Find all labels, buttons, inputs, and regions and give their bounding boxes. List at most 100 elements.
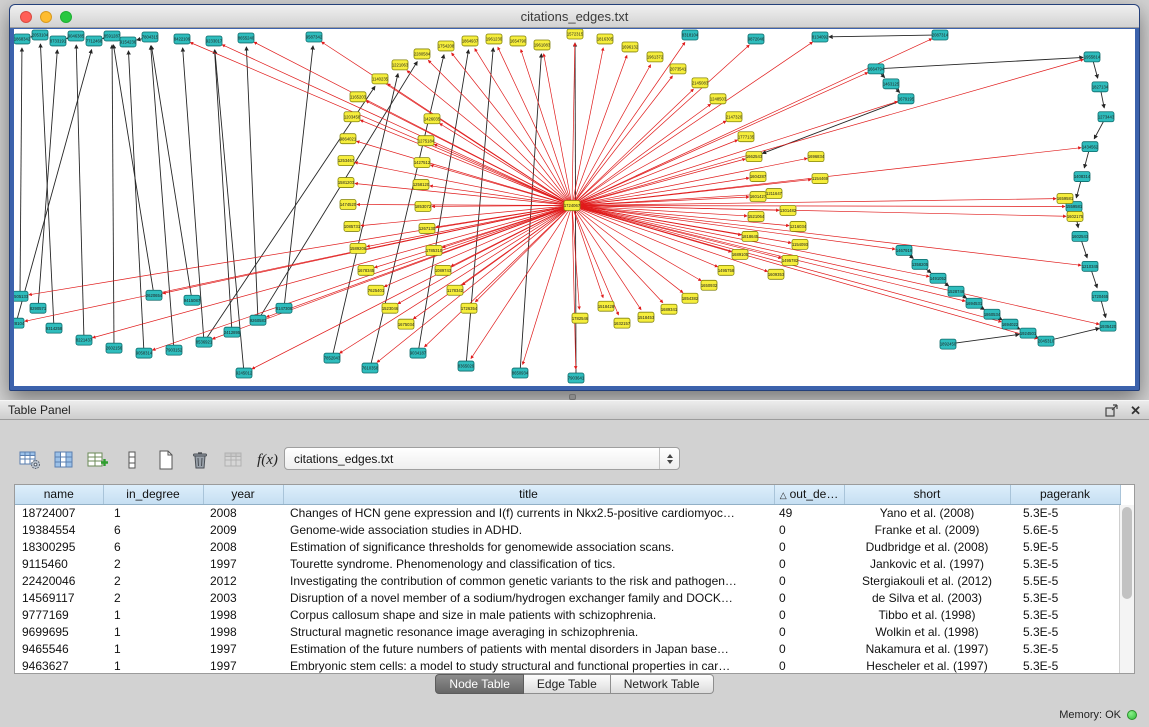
graph-node[interactable]: 1777135	[738, 132, 755, 142]
delete-table-icon[interactable]	[186, 447, 213, 473]
graph-node[interactable]: 1528746	[948, 286, 965, 296]
new-table-icon[interactable]	[152, 447, 179, 473]
tab-node-table[interactable]: Node Table	[435, 674, 524, 694]
graph-node[interactable]: 1521064	[748, 211, 765, 221]
tab-network-table[interactable]: Network Table	[611, 674, 714, 694]
graph-node[interactable]: 9046385	[68, 31, 85, 41]
graph-node[interactable]: 1662543	[746, 152, 763, 162]
graph-node[interactable]: 1602175	[1067, 211, 1084, 221]
graph-node[interactable]: 8591287	[104, 31, 121, 41]
graph-node[interactable]: 1632157	[614, 318, 631, 328]
graph-node[interactable]: 1678345	[358, 265, 375, 275]
graph-node[interactable]: 1275184	[418, 136, 435, 146]
graph-node[interactable]: 1426035	[424, 114, 441, 124]
graph-node[interactable]: 8655240	[238, 33, 255, 43]
graph-node[interactable]: 1853072	[415, 202, 432, 212]
graph-node[interactable]: 1581203	[338, 178, 355, 188]
graph-node[interactable]: 9872046	[748, 34, 765, 44]
graph-node[interactable]: 1892450	[940, 339, 957, 349]
graph-node[interactable]: 1253467	[338, 156, 355, 166]
graph-node[interactable]: 1601427	[750, 192, 767, 202]
network-canvas[interactable]: 1868342205310487331919046385771246885912…	[14, 29, 1135, 386]
column-header-pagerank[interactable]: pagerank	[1010, 485, 1120, 504]
graph-node[interactable]: 1696132	[622, 42, 639, 52]
graph-node[interactable]: 1602543	[1072, 231, 1089, 241]
graph-node[interactable]: 9260583	[250, 315, 267, 325]
graph-node[interactable]: 2147320	[726, 112, 743, 122]
graph-node[interactable]: 1358205	[912, 259, 929, 269]
graph-node[interactable]: 1589206	[350, 243, 367, 253]
graph-node[interactable]: 2412895	[224, 327, 241, 337]
graph-node[interactable]: 1689341	[661, 304, 678, 314]
graph-node[interactable]: 1267130	[419, 223, 436, 233]
table-row[interactable]: 969969511998Structural magnetic resonanc…	[15, 623, 1120, 640]
network-graph[interactable]: 1868342205310487331919046385771246885912…	[14, 29, 1135, 386]
graph-node[interactable]: 1961230	[486, 34, 503, 44]
table-row[interactable]: 1938455462009Genome-wide association stu…	[15, 521, 1120, 538]
graph-node[interactable]: 9058314	[136, 348, 153, 358]
table-row[interactable]: 1830029562008Estimation of significance …	[15, 538, 1120, 555]
graph-node[interactable]: 7628104	[14, 318, 25, 328]
close-panel-icon[interactable]: ✕	[1130, 404, 1141, 417]
graph-node[interactable]: 8147306	[276, 303, 293, 313]
network-titlebar[interactable]: citations_edges.txt	[10, 5, 1139, 28]
row-height-icon[interactable]	[118, 447, 145, 473]
create-column-icon[interactable]	[84, 447, 111, 473]
graph-node[interactable]: 1408314	[1074, 172, 1091, 182]
table-row[interactable]: 911546021997Tourette syndrome. Phenomeno…	[15, 555, 1120, 572]
graph-node[interactable]: 7903641	[568, 373, 585, 383]
tab-edge-table[interactable]: Edge Table	[524, 674, 611, 694]
column-header-year[interactable]: year	[203, 485, 283, 504]
graph-node[interactable]: 1961372	[647, 52, 664, 62]
graph-node[interactable]: 1518453	[638, 312, 655, 322]
graph-hub-node[interactable]: 1724067	[564, 201, 581, 211]
graph-node[interactable]: 1924501	[1020, 328, 1037, 338]
graph-node[interactable]: 1694022	[1002, 319, 1019, 329]
graph-node[interactable]: 9245012	[236, 368, 253, 378]
graph-node[interactable]: 1089743	[435, 265, 452, 275]
graph-node[interactable]: 9864021	[340, 134, 357, 144]
graph-node[interactable]: 8536921	[196, 337, 213, 347]
graph-node[interactable]: 8318104	[682, 30, 699, 40]
graph-node[interactable]: 1659581	[1057, 194, 1074, 204]
graph-node[interactable]: 2045310	[1038, 336, 1055, 346]
table-scrollbar[interactable]	[1119, 505, 1134, 673]
table-row[interactable]: 1872400712008Changes of HCN gene express…	[15, 504, 1120, 521]
column-header-short[interactable]: short	[844, 485, 1010, 504]
graph-node[interactable]: 1210345	[1082, 261, 1099, 271]
graph-node[interactable]: 1694531	[966, 298, 983, 308]
graph-node[interactable]: 7712468	[86, 36, 103, 46]
graph-node[interactable]: 9505133	[14, 291, 29, 301]
graph-node[interactable]: 1495782	[782, 255, 799, 265]
float-panel-icon[interactable]	[1105, 404, 1118, 417]
graph-node[interactable]: 1720465	[1092, 291, 1109, 301]
graph-node[interactable]: 1434562	[1082, 142, 1099, 152]
graph-node[interactable]: 1203458	[344, 112, 361, 122]
graph-node[interactable]: 1754208	[438, 41, 455, 51]
graph-node[interactable]: 1273443	[1098, 112, 1115, 122]
graph-node[interactable]: 2602156	[106, 343, 123, 353]
graph-node[interactable]: 2087314	[932, 30, 949, 40]
graph-node[interactable]: 1165203	[350, 92, 367, 102]
graph-node[interactable]: 7625401	[368, 285, 385, 295]
graph-node[interactable]: 1650932	[701, 280, 718, 290]
graph-node[interactable]: 1726354	[461, 303, 478, 313]
graph-node[interactable]: 8650934	[512, 368, 529, 378]
graph-node[interactable]: 1955814	[1084, 52, 1101, 62]
graph-node[interactable]: 2280584	[414, 49, 431, 59]
graph-node[interactable]: 7852043	[324, 353, 341, 363]
graph-node[interactable]: 1827134	[1092, 82, 1109, 92]
graph-node[interactable]: 9314258	[46, 323, 63, 333]
graph-node[interactable]: 1854382	[682, 293, 699, 303]
graph-node[interactable]: 1211647	[766, 189, 783, 199]
graph-node[interactable]: 1785310	[426, 245, 443, 255]
graph-node[interactable]: 1604287	[750, 172, 767, 182]
graph-node[interactable]: 1248503	[710, 94, 727, 104]
graph-node[interactable]: 2145083	[692, 78, 709, 88]
table-mode-icon[interactable]	[16, 447, 43, 473]
graph-node[interactable]: 9415087	[184, 295, 201, 305]
graph-node[interactable]: 2620654	[146, 290, 163, 300]
graph-node[interactable]: 1301482	[780, 206, 797, 216]
graph-node[interactable]: 1140235	[372, 74, 389, 84]
graph-node[interactable]: 1782546	[572, 313, 589, 323]
